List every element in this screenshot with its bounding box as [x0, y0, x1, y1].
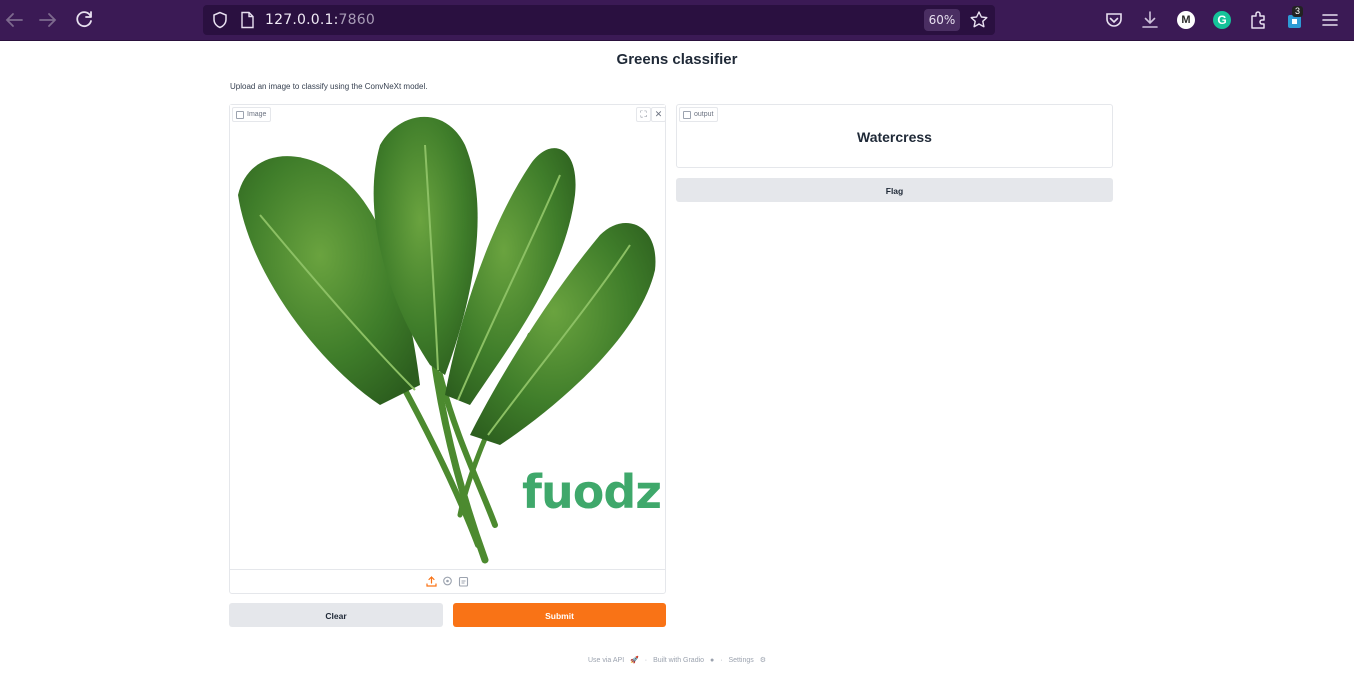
url-text: 127.0.0.1:7860: [265, 12, 375, 28]
rocket-icon: 🚀: [630, 657, 639, 664]
upload-icon[interactable]: [426, 576, 437, 587]
url-port: 7860: [338, 12, 375, 28]
browser-toolbar: 127.0.0.1:7860 60% M G 3: [0, 0, 1354, 41]
output-label-badge: output: [679, 107, 719, 122]
output-value: Watercress: [857, 129, 932, 145]
webcam-icon[interactable]: [442, 576, 453, 587]
footer-gradio-link[interactable]: Built with Gradio: [653, 657, 704, 664]
uploaded-image: fuodz: [230, 105, 665, 569]
account-avatar-icon[interactable]: M: [1177, 11, 1195, 29]
footer-settings-link[interactable]: Settings: [728, 657, 753, 664]
extensions-puzzle-icon[interactable]: [1248, 9, 1270, 31]
menu-hamburger-icon[interactable]: [1319, 9, 1341, 31]
image-label: Image: [247, 111, 267, 118]
page-icon: [239, 11, 255, 29]
output-label: output: [694, 111, 714, 118]
footer-api-link[interactable]: Use via API: [588, 657, 624, 664]
fullscreen-icon[interactable]: ⛶: [636, 107, 651, 122]
submit-button[interactable]: Submit: [453, 603, 666, 627]
pocket-icon[interactable]: [1103, 9, 1125, 31]
bookmark-star-icon[interactable]: [969, 10, 989, 30]
gradio-logo-icon: ●: [710, 657, 715, 664]
footer-separator: ·: [644, 657, 648, 664]
forward-arrow-icon[interactable]: [36, 8, 60, 32]
output-panel: output Watercress: [676, 104, 1113, 168]
image-input-panel[interactable]: fuodz Image ⛶ ✕: [229, 104, 666, 594]
address-bar[interactable]: 127.0.0.1:7860 60%: [203, 5, 995, 35]
extension-badge: 3: [1292, 6, 1304, 17]
shield-icon[interactable]: [211, 11, 229, 29]
reload-icon[interactable]: [72, 8, 96, 32]
flag-button[interactable]: Flag: [676, 178, 1113, 202]
gear-icon: ⚙: [759, 657, 767, 664]
close-icon[interactable]: ✕: [651, 107, 666, 122]
page-description: Upload an image to classify using the Co…: [230, 82, 428, 91]
image-source-toolbar: [230, 569, 665, 593]
footer: Use via API 🚀 · Built with Gradio ● · Se…: [0, 656, 1354, 664]
image-label-badge: Image: [232, 107, 272, 122]
clear-button[interactable]: Clear: [229, 603, 443, 627]
back-arrow-icon[interactable]: [2, 8, 26, 32]
grammarly-icon[interactable]: G: [1213, 11, 1231, 29]
label-icon: [683, 110, 691, 119]
page-title: Greens classifier: [616, 51, 738, 68]
clipboard-icon[interactable]: [458, 576, 469, 587]
downloads-icon[interactable]: [1139, 9, 1161, 31]
image-watermark: fuodz: [522, 465, 662, 519]
image-icon: [236, 110, 244, 119]
url-host: 127.0.0.1:: [265, 12, 339, 28]
footer-separator: ·: [720, 657, 723, 664]
zoom-level-badge[interactable]: 60%: [924, 9, 960, 31]
